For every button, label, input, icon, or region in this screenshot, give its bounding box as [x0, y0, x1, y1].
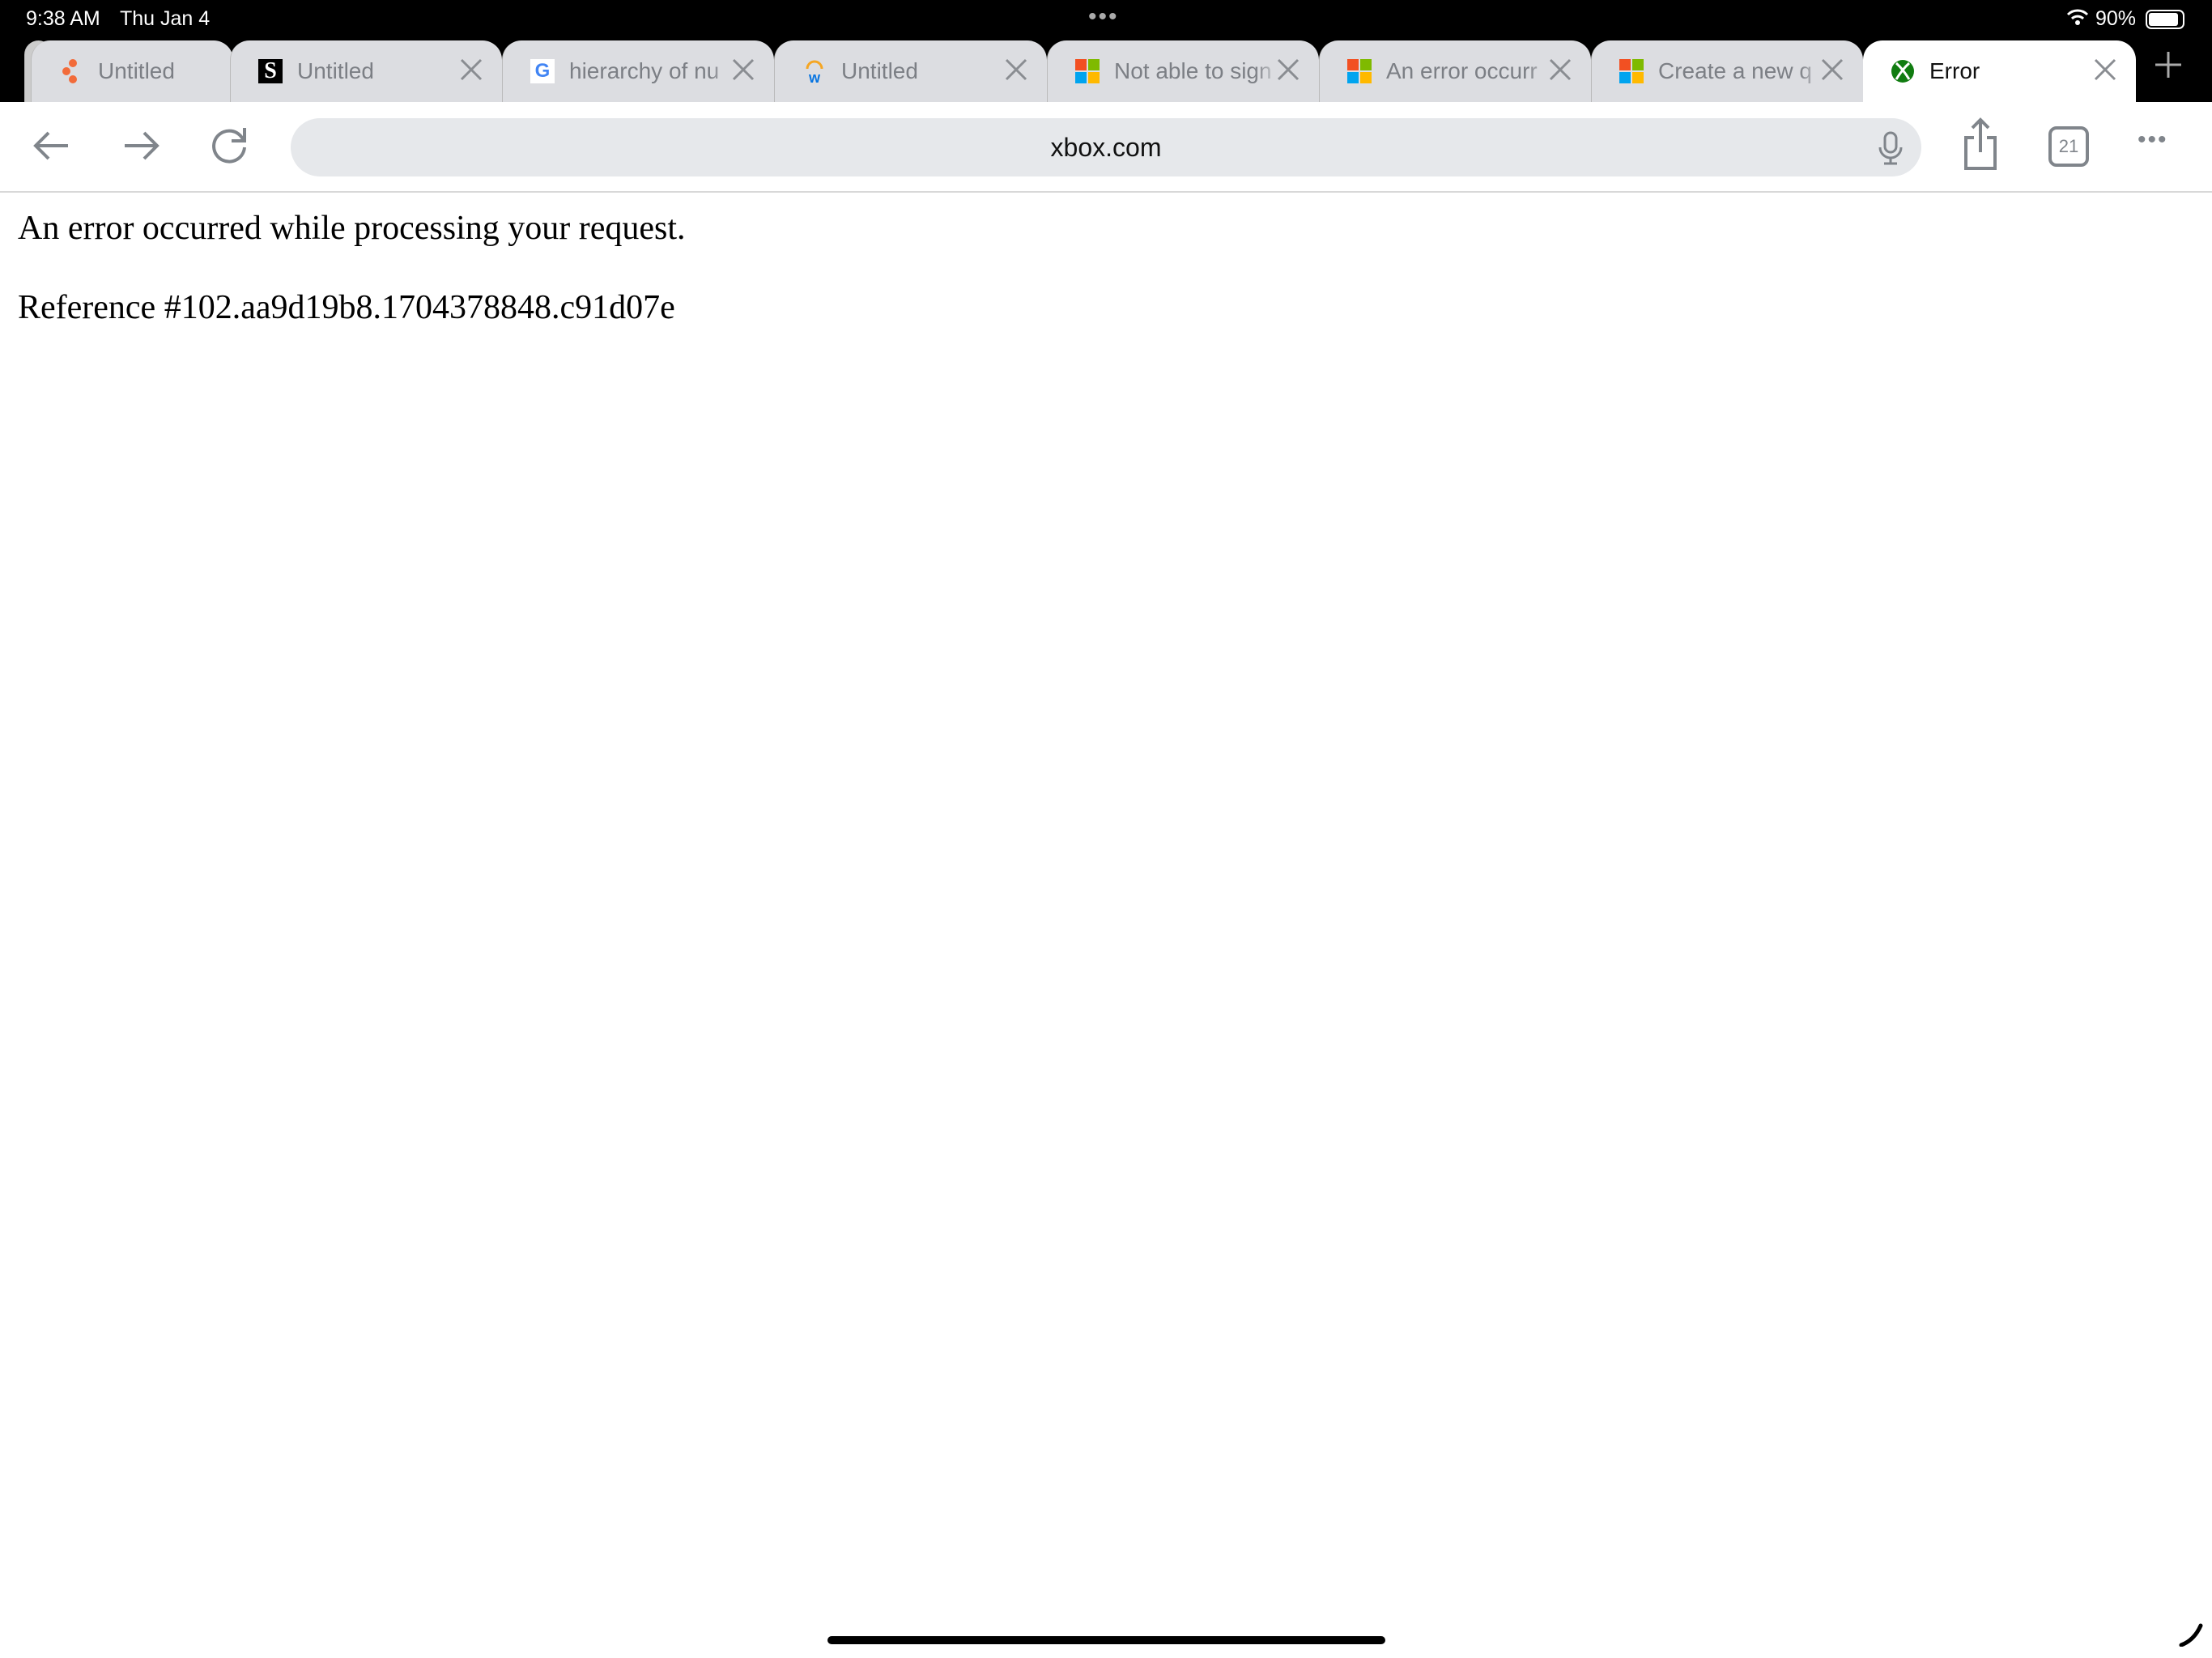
tab-5[interactable]: Not able to sign — [1047, 40, 1319, 102]
error-message: An error occurred while processing your … — [18, 210, 686, 247]
tab-title: Not able to sign — [1114, 58, 1272, 83]
tab-title: Create a new q — [1658, 58, 1812, 83]
xbox-icon — [1891, 59, 1915, 83]
tab-count-button[interactable]: 21 — [2048, 126, 2089, 167]
share-icon[interactable] — [1958, 117, 2003, 173]
s-logo-icon: S — [258, 58, 283, 83]
url-text: xbox.com — [1050, 133, 1162, 162]
reload-icon[interactable] — [207, 123, 253, 168]
browser-toolbar: xbox.com 21 ••• — [0, 102, 2212, 193]
tab-title: Untitled — [98, 58, 175, 83]
orange-dots-icon — [59, 59, 83, 83]
tab-2[interactable]: S Untitled — [230, 40, 502, 102]
forward-icon[interactable] — [118, 123, 164, 168]
address-bar[interactable]: xbox.com — [291, 118, 1921, 176]
tab-title: Error — [1929, 58, 1980, 83]
tab-8-active[interactable]: Error — [1863, 40, 2136, 102]
close-tab-icon[interactable] — [1274, 55, 1303, 84]
tab-title: Untitled — [297, 58, 374, 83]
pencil-hover-icon — [2179, 1623, 2203, 1647]
close-tab-icon[interactable] — [1546, 55, 1575, 84]
svg-text:w: w — [808, 70, 821, 83]
new-tab-button[interactable] — [2152, 49, 2184, 81]
tab-title: An error occurr — [1386, 58, 1538, 83]
status-bar: 9:38 AM Thu Jan 4 ••• 90% — [0, 0, 2212, 42]
tab-3[interactable]: G hierarchy of nu — [502, 40, 774, 102]
tab-6[interactable]: An error occurr — [1319, 40, 1591, 102]
close-tab-icon[interactable] — [457, 55, 486, 84]
google-icon: G — [530, 59, 555, 83]
home-indicator[interactable] — [827, 1636, 1385, 1644]
battery-percent: 90% — [2095, 7, 2137, 30]
microsoft-icon — [1347, 59, 1372, 83]
tab-strip: Untitled S Untitled G hierarchy of nu w … — [0, 40, 2212, 102]
microphone-icon[interactable] — [1876, 131, 1905, 165]
status-date: Thu Jan 4 — [120, 7, 211, 30]
wifi-icon — [2066, 9, 2089, 25]
close-tab-icon[interactable] — [729, 55, 758, 84]
multitasking-dots-icon[interactable]: ••• — [1088, 3, 1119, 31]
more-menu-icon[interactable]: ••• — [2138, 126, 2186, 172]
close-tab-icon[interactable] — [1818, 55, 1847, 84]
tab-title: hierarchy of nu — [569, 58, 720, 83]
battery-icon — [2146, 10, 2184, 29]
status-time: 9:38 AM — [26, 7, 100, 30]
error-reference: Reference #102.aa9d19b8.1704378848.c91d0… — [18, 289, 675, 326]
microsoft-icon — [1619, 59, 1644, 83]
tab-4[interactable]: w Untitled — [774, 40, 1047, 102]
back-icon[interactable] — [29, 123, 74, 168]
tab-1[interactable]: Untitled — [31, 40, 233, 102]
close-tab-icon[interactable] — [2091, 55, 2120, 84]
microsoft-icon — [1075, 59, 1100, 83]
workday-icon: w — [802, 59, 827, 83]
close-tab-icon[interactable] — [1002, 55, 1031, 84]
tab-title: Untitled — [841, 58, 918, 83]
tab-7[interactable]: Create a new q — [1591, 40, 1863, 102]
page-content: An error occurred while processing your … — [18, 209, 686, 368]
